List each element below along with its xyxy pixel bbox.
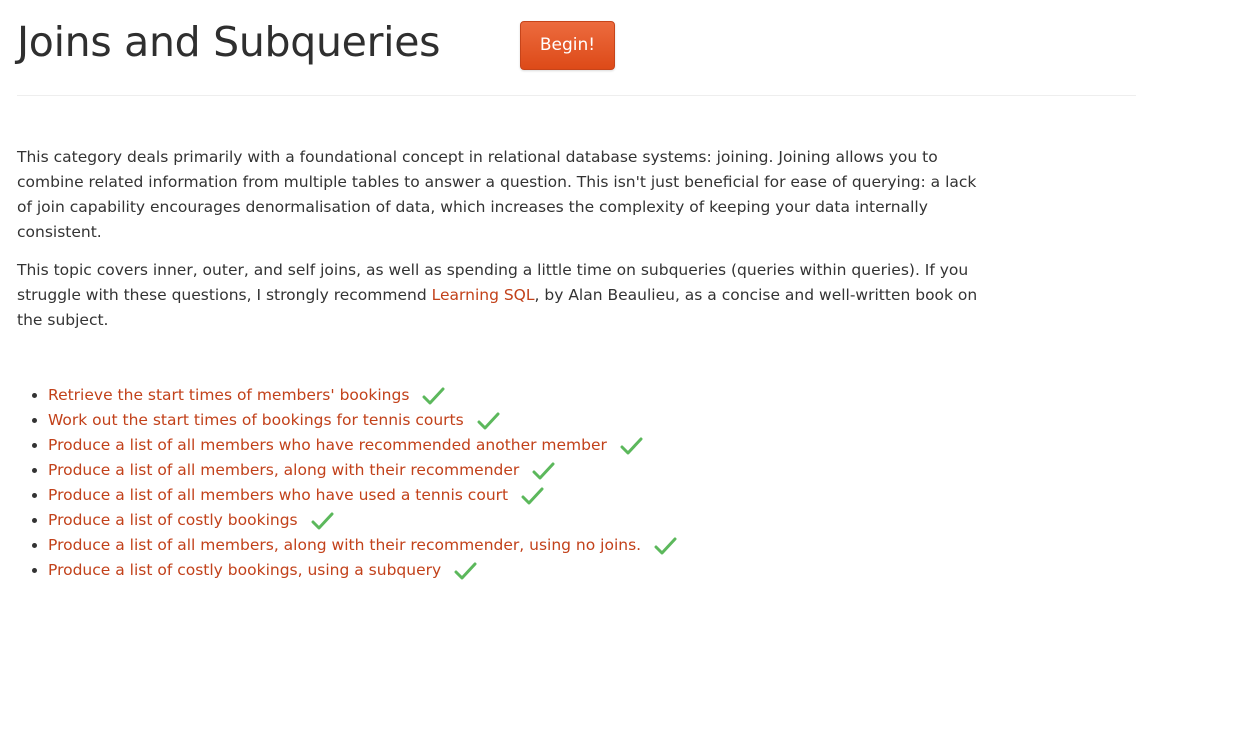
list-item: Produce a list of all members, along wit… (48, 458, 948, 483)
check-icon (620, 436, 643, 456)
list-item: Produce a list of all members, along wit… (48, 533, 948, 558)
begin-button[interactable]: Begin! (520, 21, 615, 70)
exercise-link[interactable]: Produce a list of all members who have u… (48, 486, 508, 504)
exercise-link[interactable]: Produce a list of all members, along wit… (48, 461, 519, 479)
list-item: Produce a list of costly bookings, using… (48, 558, 948, 583)
category-description: This category deals primarily with a fou… (17, 145, 982, 346)
check-icon (521, 486, 544, 506)
exercise-link[interactable]: Produce a list of costly bookings, using… (48, 561, 441, 579)
check-icon (311, 511, 334, 531)
list-item: Retrieve the start times of members' boo… (48, 383, 948, 408)
exercise-link[interactable]: Produce a list of costly bookings (48, 511, 298, 529)
exercise-link[interactable]: Produce a list of all members, along wit… (48, 536, 641, 554)
page-header: Joins and Subqueries Begin! (17, 0, 1136, 96)
exercise-link[interactable]: Retrieve the start times of members' boo… (48, 386, 409, 404)
intro-paragraph-1: This category deals primarily with a fou… (17, 148, 977, 241)
check-icon (422, 386, 445, 406)
exercise-link[interactable]: Work out the start times of bookings for… (48, 411, 464, 429)
check-icon (532, 461, 555, 481)
list-item: Produce a list of all members who have r… (48, 433, 948, 458)
check-icon (477, 411, 500, 431)
list-item: Work out the start times of bookings for… (48, 408, 948, 433)
check-icon (654, 536, 677, 556)
page-title: Joins and Subqueries (17, 18, 441, 66)
check-icon (454, 561, 477, 581)
list-item: Produce a list of costly bookings (48, 508, 948, 533)
intro-paragraph-2: This topic covers inner, outer, and self… (17, 258, 982, 333)
exercise-list: Retrieve the start times of members' boo… (17, 383, 948, 583)
exercise-link[interactable]: Produce a list of all members who have r… (48, 436, 607, 454)
list-item: Produce a list of all members who have u… (48, 483, 948, 508)
learning-sql-link[interactable]: Learning SQL (432, 286, 535, 304)
